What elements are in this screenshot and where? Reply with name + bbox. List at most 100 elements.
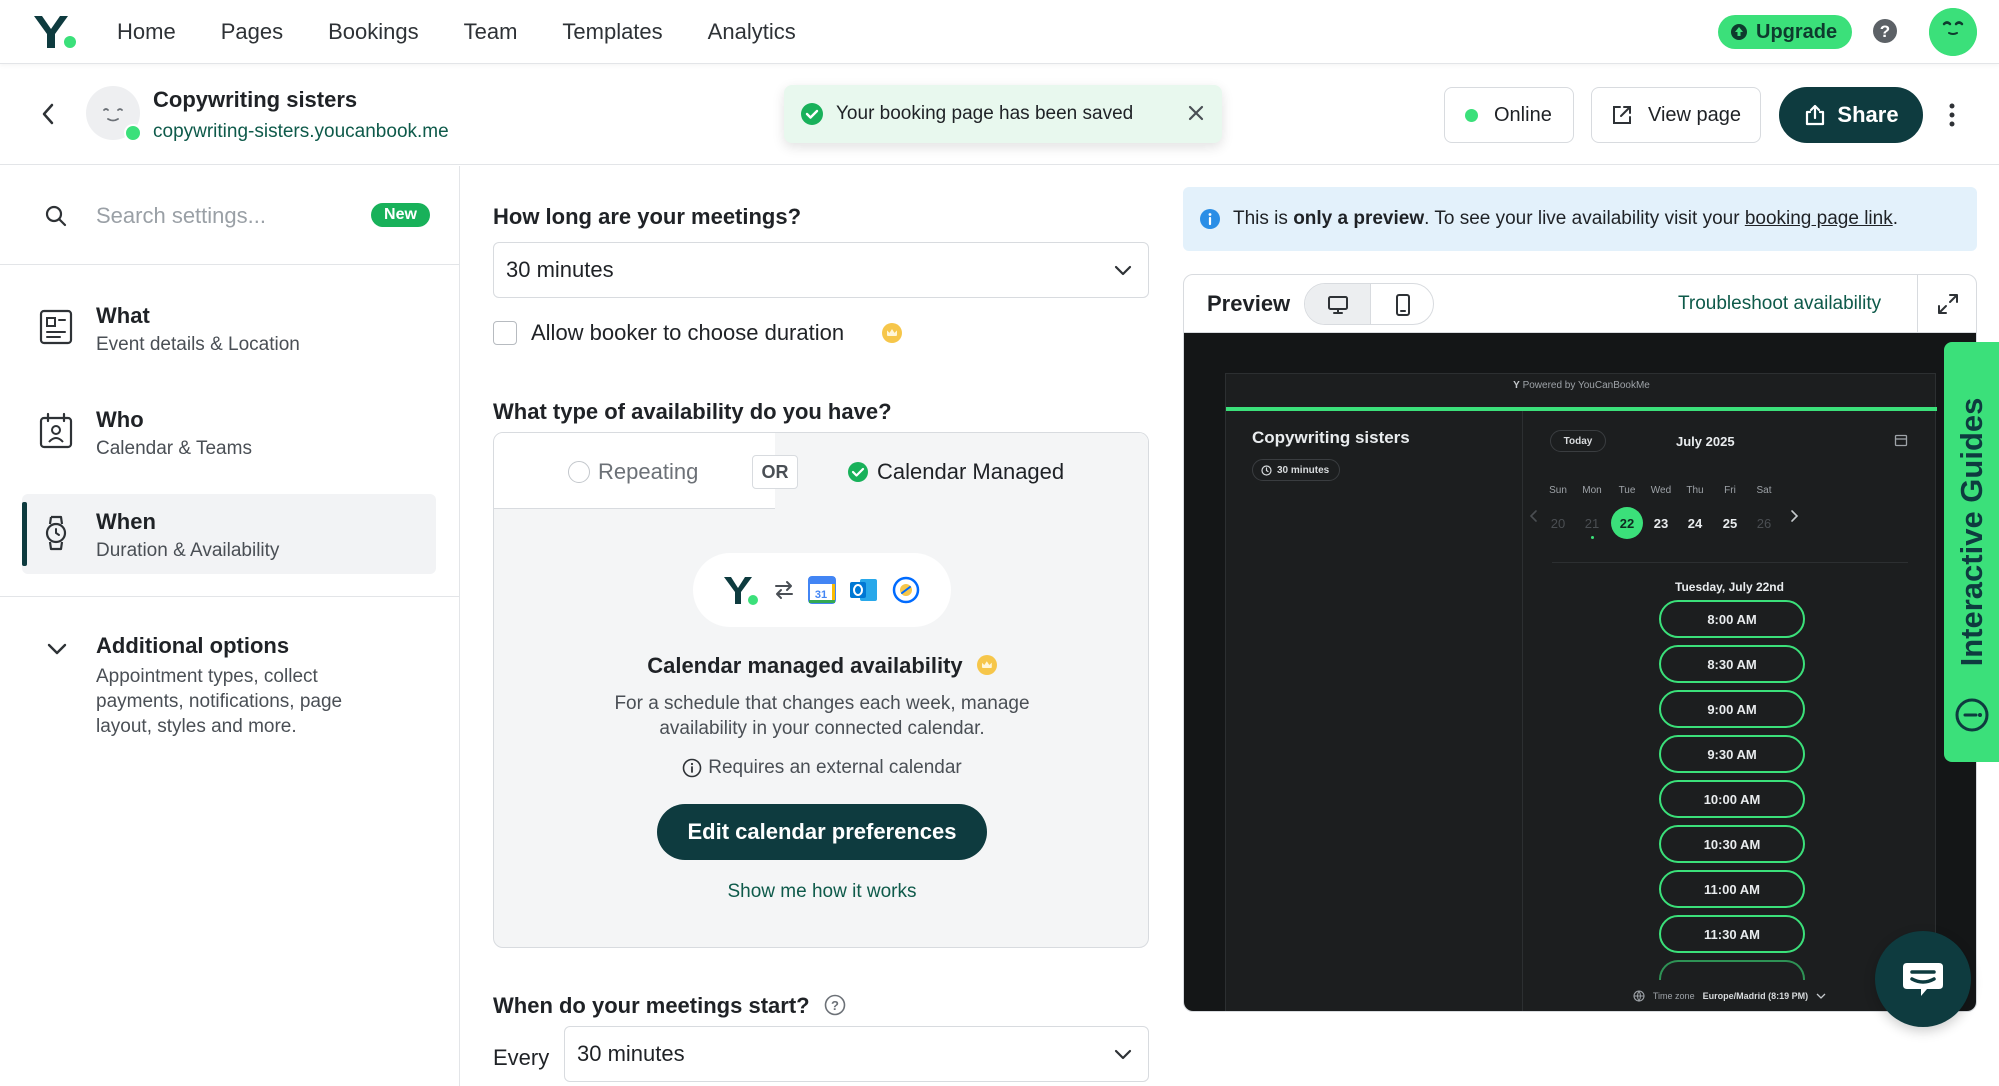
- weekday-header: Thu: [1686, 485, 1704, 496]
- booking-page-preview: Y Powered by YouCanBookMe Copywriting si…: [1225, 373, 1937, 1011]
- view-page-button[interactable]: View page: [1591, 87, 1761, 143]
- calendly-icon: [892, 576, 920, 604]
- availability-tabs: Repeating OR Calendar Managed: [494, 433, 1148, 509]
- page-url-link[interactable]: copywriting-sisters.youcanbook.me: [153, 121, 449, 143]
- expand-icon[interactable]: [1917, 275, 1976, 333]
- chat-support-button[interactable]: [1875, 931, 1971, 1027]
- chevron-down-icon[interactable]: [46, 642, 68, 656]
- user-avatar[interactable]: [1929, 8, 1977, 56]
- nav-pages[interactable]: Pages: [221, 19, 283, 45]
- upgrade-label: Upgrade: [1756, 20, 1838, 43]
- duration-chip: 30 minutes: [1252, 459, 1341, 481]
- back-arrow-icon[interactable]: [38, 101, 58, 127]
- sidebar-item-title: What: [96, 303, 150, 328]
- calendar-person-icon: [38, 412, 74, 450]
- start-interval-select[interactable]: 30 minutes: [564, 1026, 1149, 1082]
- sidebar-item-subtitle: Calendar & Teams: [96, 438, 252, 459]
- more-options-icon[interactable]: [1945, 101, 1959, 129]
- time-slot[interactable]: 9:30 AM: [1659, 735, 1805, 773]
- help-icon[interactable]: ?: [1872, 18, 1898, 44]
- additional-options-description: Appointment types, collect payments, not…: [96, 666, 343, 737]
- success-check-icon: [801, 103, 823, 125]
- top-navigation: Home Pages Bookings Team Templates Analy…: [0, 0, 1999, 64]
- calendar-day: 20: [1550, 515, 1566, 531]
- tab-calendar-managed[interactable]: Calendar Managed: [847, 459, 1064, 485]
- radio-icon: [568, 461, 590, 483]
- troubleshoot-availability-link[interactable]: Troubleshoot availability: [1678, 293, 1881, 315]
- calendar-day: 26: [1756, 515, 1772, 531]
- nav-analytics[interactable]: Analytics: [708, 19, 796, 45]
- nav-templates[interactable]: Templates: [562, 19, 662, 45]
- calendar-day-selected[interactable]: 22: [1611, 507, 1643, 539]
- time-slot[interactable]: 9:00 AM: [1659, 690, 1805, 728]
- calendar-icon[interactable]: [1894, 433, 1908, 447]
- share-button[interactable]: Share: [1779, 87, 1923, 143]
- sync-arrows-icon: [775, 581, 793, 599]
- preview-banner-text: This is only a preview. To see your live…: [1233, 208, 1898, 230]
- calendar-day[interactable]: 23: [1645, 507, 1677, 539]
- new-badge: New: [371, 203, 430, 227]
- additional-options-toggle[interactable]: Additional options: [96, 633, 289, 659]
- edit-calendar-preferences-button[interactable]: Edit calendar preferences: [657, 804, 987, 860]
- settings-search: New: [0, 166, 459, 265]
- tab-repeating[interactable]: Repeating: [568, 459, 698, 485]
- meeting-start-label-text: When do your meetings start?: [493, 993, 810, 1018]
- help-icon[interactable]: ?: [824, 994, 846, 1016]
- interactive-guides-label: Interactive Guides: [1953, 397, 1989, 667]
- outlook-icon: [850, 579, 877, 601]
- managed-availability-description: For a schedule that changes each week, m…: [614, 693, 1030, 739]
- search-settings-input[interactable]: [96, 196, 356, 236]
- requires-calendar-text: Requires an external calendar: [708, 757, 962, 778]
- time-slot[interactable]: 8:30 AM: [1659, 645, 1805, 683]
- duration-chip-label: 30 minutes: [1277, 464, 1330, 476]
- calendar-day[interactable]: 25: [1714, 507, 1746, 539]
- watch-icon: [38, 514, 74, 552]
- saved-toast: Your booking page has been saved: [784, 85, 1222, 143]
- sidebar-item-subtitle: Duration & Availability: [96, 540, 280, 561]
- meeting-start-label: When do your meetings start? ?: [493, 993, 846, 1019]
- time-slot[interactable]: 10:00 AM: [1659, 780, 1805, 818]
- previous-week-icon[interactable]: [1526, 508, 1542, 524]
- nav-home[interactable]: Home: [117, 19, 176, 45]
- allow-duration-checkbox[interactable]: [493, 321, 517, 345]
- youcanbookme-logo-icon[interactable]: [32, 14, 80, 50]
- info-icon: [682, 758, 702, 778]
- calendar-day[interactable]: 24: [1679, 507, 1711, 539]
- page-header: Copywriting sisters copywriting-sisters.…: [0, 65, 1999, 165]
- today-button[interactable]: Today: [1550, 430, 1606, 452]
- nav-team[interactable]: Team: [464, 19, 518, 45]
- svg-text:31: 31: [815, 589, 827, 601]
- svg-text:?: ?: [1880, 22, 1890, 41]
- show-how-it-works-link[interactable]: Show me how it works: [494, 881, 1148, 903]
- desktop-view-button[interactable]: [1305, 284, 1370, 324]
- next-week-icon[interactable]: [1786, 508, 1802, 524]
- external-link-icon: [1613, 106, 1631, 124]
- sidebar-item-who[interactable]: Who Calendar & Teams: [22, 392, 436, 472]
- requires-calendar-note: Requires an external calendar: [494, 757, 1148, 779]
- tab-calendar-managed-label: Calendar Managed: [877, 459, 1065, 484]
- share-icon: [1806, 104, 1825, 126]
- time-slot[interactable]: 11:00 AM: [1659, 870, 1805, 908]
- device-toggle: [1304, 283, 1434, 325]
- interactive-guides-tab[interactable]: Interactive Guides: [1944, 342, 1999, 762]
- close-icon[interactable]: [1186, 103, 1206, 123]
- booking-page-link[interactable]: booking page link: [1745, 208, 1893, 229]
- banner-prefix: This is: [1233, 208, 1294, 229]
- timezone-selector[interactable]: Time zone Europe/Madrid (8:19 PM): [1522, 984, 1937, 1008]
- month-label: July 2025: [1676, 434, 1735, 449]
- duration-select[interactable]: 30 minutes: [493, 242, 1149, 298]
- time-slot[interactable]: 8:00 AM: [1659, 600, 1805, 638]
- svg-text:?: ?: [831, 998, 839, 1013]
- sidebar-item-when[interactable]: When Duration & Availability: [22, 494, 436, 574]
- mobile-view-button[interactable]: [1370, 284, 1433, 324]
- sidebar-item-what[interactable]: What Event details & Location: [22, 288, 436, 368]
- status-online-button[interactable]: Online: [1444, 87, 1574, 143]
- upgrade-button[interactable]: Upgrade: [1718, 15, 1852, 49]
- selected-check-icon: [848, 462, 868, 482]
- booking-preview-frame: Y Powered by YouCanBookMe Copywriting si…: [1184, 333, 1976, 1011]
- nav-bookings[interactable]: Bookings: [328, 19, 419, 45]
- time-slot[interactable]: 11:30 AM: [1659, 915, 1805, 953]
- premium-crown-icon: [976, 655, 997, 676]
- status-label: Online: [1494, 103, 1552, 126]
- time-slot[interactable]: 10:30 AM: [1659, 825, 1805, 863]
